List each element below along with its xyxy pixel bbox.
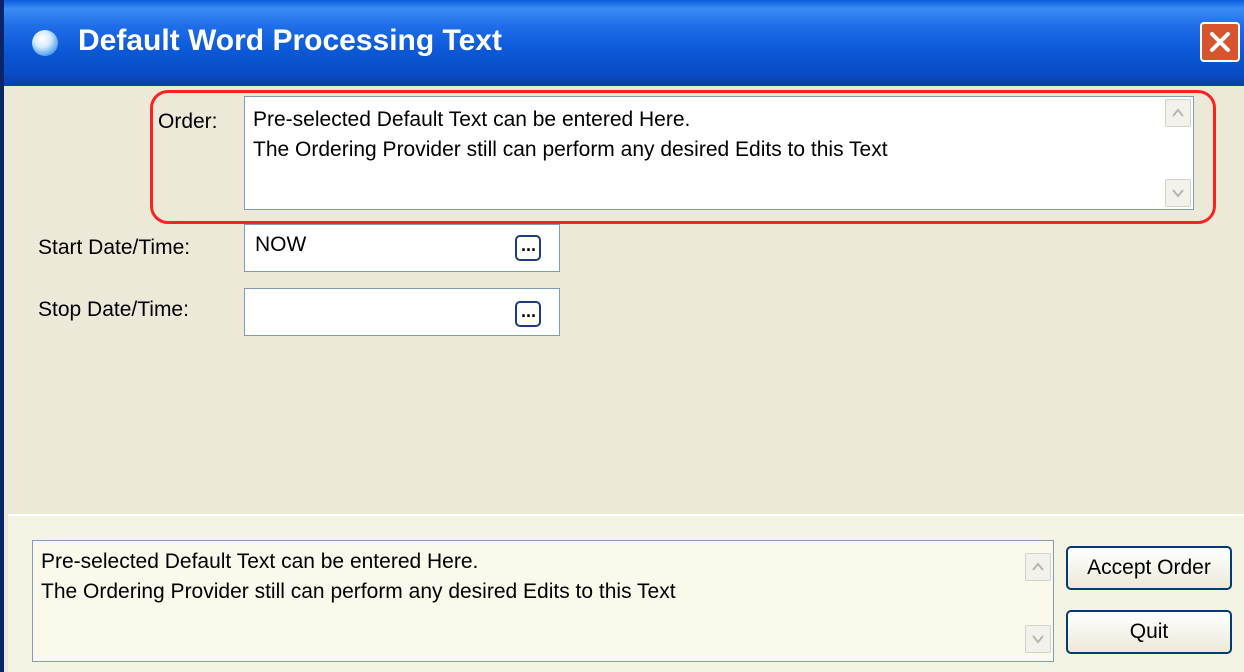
ellipsis-icon: ... (521, 235, 537, 255)
close-button[interactable] (1200, 22, 1240, 62)
preview-scroll-down-button[interactable] (1025, 625, 1051, 653)
dialog-window: Default Word Processing Text Order: Pre-… (0, 0, 1244, 672)
close-x-icon (1210, 32, 1230, 52)
app-globe-icon (32, 30, 58, 56)
stop-date-field[interactable]: ... (244, 288, 560, 336)
highlight-annotation (150, 90, 1216, 224)
order-preview-box: Pre-selected Default Text can be entered… (32, 540, 1054, 662)
accept-order-button[interactable]: Accept Order (1066, 546, 1232, 590)
preview-scrollbar[interactable] (1025, 543, 1051, 659)
title-bar[interactable]: Default Word Processing Text (4, 0, 1244, 86)
order-preview-text: Pre-selected Default Text can be entered… (41, 550, 676, 603)
start-date-picker-button[interactable]: ... (515, 235, 541, 261)
preview-scroll-up-button[interactable] (1025, 553, 1051, 581)
start-date-field[interactable]: NOW ... (244, 224, 560, 272)
window-title: Default Word Processing Text (78, 24, 502, 57)
chevron-down-icon (1032, 635, 1044, 644)
stop-date-label: Stop Date/Time: (38, 298, 189, 321)
stop-date-picker-button[interactable]: ... (515, 301, 541, 327)
start-date-value: NOW (255, 233, 307, 256)
chevron-up-icon (1032, 562, 1044, 571)
start-date-label: Start Date/Time: (38, 236, 191, 259)
quit-button[interactable]: Quit (1066, 610, 1232, 654)
ellipsis-icon: ... (521, 301, 537, 321)
